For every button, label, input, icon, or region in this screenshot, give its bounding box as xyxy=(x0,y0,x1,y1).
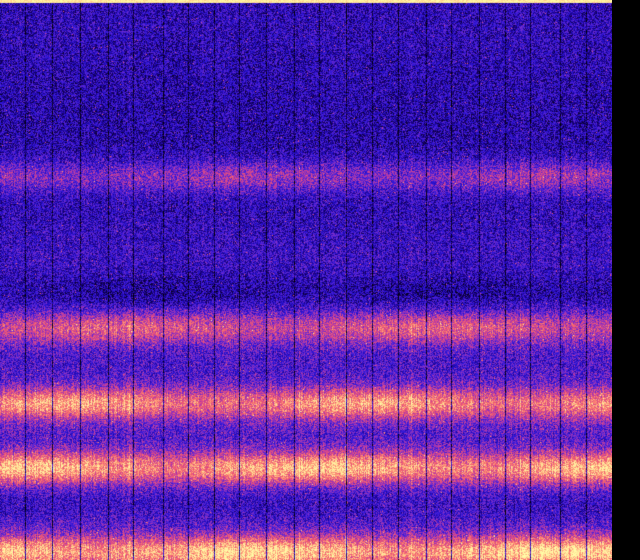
spectrogram-view xyxy=(0,0,640,560)
spectrogram-image xyxy=(0,0,612,560)
spectrogram-right-margin xyxy=(612,0,640,560)
